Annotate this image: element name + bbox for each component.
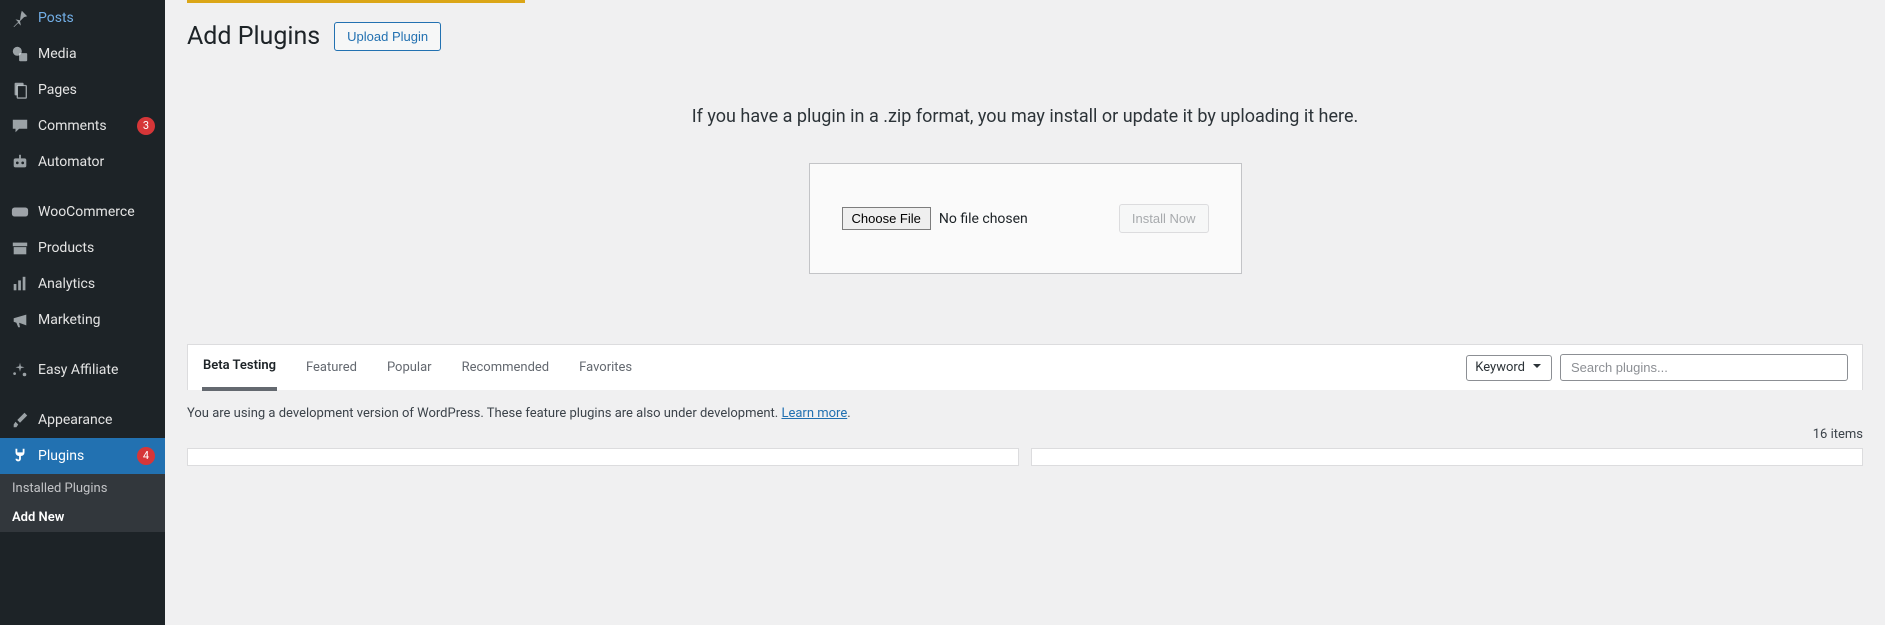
- file-input-row: Choose File No file chosen: [842, 207, 1028, 230]
- sidebar-item-label: Posts: [38, 10, 155, 26]
- tab-beta-testing[interactable]: Beta Testing: [202, 345, 277, 391]
- sidebar-item-label: Pages: [38, 82, 155, 98]
- results-count: 16 items: [187, 427, 1863, 442]
- media-icon: [10, 44, 30, 64]
- sidebar-item-analytics[interactable]: Analytics: [0, 266, 165, 302]
- sidebar-item-label: Marketing: [38, 312, 155, 328]
- plugin-card[interactable]: [1031, 448, 1863, 466]
- sidebar-item-marketing[interactable]: Marketing: [0, 302, 165, 338]
- sidebar-item-posts[interactable]: Posts: [0, 0, 165, 36]
- submenu-add-new[interactable]: Add New: [0, 503, 165, 532]
- dev-info-text: You are using a development version of W…: [187, 406, 781, 421]
- megaphone-icon: [10, 310, 30, 330]
- filter-controls: Keyword: [1466, 354, 1848, 381]
- plugins-badge: 4: [137, 447, 155, 465]
- sidebar-item-pages[interactable]: Pages: [0, 72, 165, 108]
- filter-bar: Beta Testing Featured Popular Recommende…: [187, 344, 1863, 390]
- sidebar-item-label: Easy Affiliate: [38, 362, 155, 378]
- sidebar-item-label: Plugins: [38, 448, 133, 464]
- upload-plugin-button[interactable]: Upload Plugin: [334, 22, 441, 51]
- sidebar-item-plugins[interactable]: Plugins 4: [0, 438, 165, 474]
- bar-chart-icon: [10, 274, 30, 294]
- sidebar-item-media[interactable]: Media: [0, 36, 165, 72]
- tab-featured[interactable]: Featured: [305, 345, 358, 391]
- submenu-installed-plugins[interactable]: Installed Plugins: [0, 474, 165, 503]
- tab-popular[interactable]: Popular: [386, 345, 433, 391]
- filter-tabs: Beta Testing Featured Popular Recommende…: [202, 345, 633, 391]
- plugin-cards-row: [187, 448, 1863, 466]
- sidebar-item-label: Media: [38, 46, 155, 62]
- notice-border: [187, 0, 525, 3]
- install-now-button[interactable]: Install Now: [1119, 204, 1209, 233]
- robot-icon: [10, 152, 30, 172]
- tab-favorites[interactable]: Favorites: [578, 345, 633, 391]
- sidebar-separator: [0, 388, 165, 402]
- upload-form: Choose File No file chosen Install Now: [809, 163, 1242, 274]
- sidebar-item-products[interactable]: Products: [0, 230, 165, 266]
- admin-sidebar: Posts Media Pages Comments 3 Automator W…: [0, 0, 165, 625]
- archive-icon: [10, 238, 30, 258]
- sidebar-item-label: WooCommerce: [38, 204, 155, 220]
- choose-file-button[interactable]: Choose File: [842, 207, 931, 230]
- sidebar-item-automator[interactable]: Automator: [0, 144, 165, 180]
- comments-badge: 3: [137, 117, 155, 135]
- page-title: Add Plugins: [187, 22, 320, 51]
- tab-recommended[interactable]: Recommended: [461, 345, 551, 391]
- sidebar-item-appearance[interactable]: Appearance: [0, 402, 165, 438]
- woo-icon: [10, 202, 30, 222]
- dev-info-row: You are using a development version of W…: [187, 406, 1863, 421]
- page-heading: Add Plugins Upload Plugin: [187, 22, 1863, 51]
- search-plugins-input[interactable]: [1560, 354, 1848, 381]
- search-type-label: Keyword: [1475, 360, 1525, 375]
- sidebar-item-label: Automator: [38, 154, 155, 170]
- sidebar-separator: [0, 180, 165, 194]
- comment-icon: [10, 116, 30, 136]
- pages-icon: [10, 80, 30, 100]
- upload-instruction: If you have a plugin in a .zip format, y…: [187, 106, 1863, 127]
- sidebar-item-comments[interactable]: Comments 3: [0, 108, 165, 144]
- learn-more-link[interactable]: Learn more: [781, 406, 847, 421]
- sidebar-item-label: Products: [38, 240, 155, 256]
- file-status-text: No file chosen: [939, 211, 1028, 227]
- plug-icon: [10, 446, 30, 466]
- plugin-card[interactable]: [187, 448, 1019, 466]
- pin-icon: [10, 8, 30, 28]
- sidebar-item-easyaffiliate[interactable]: Easy Affiliate: [0, 352, 165, 388]
- sparkle-icon: [10, 360, 30, 380]
- chevron-down-icon: [1531, 360, 1543, 376]
- main-content: Add Plugins Upload Plugin If you have a …: [165, 0, 1885, 625]
- sidebar-item-label: Analytics: [38, 276, 155, 292]
- sidebar-item-label: Appearance: [38, 412, 155, 428]
- sidebar-separator: [0, 338, 165, 352]
- sidebar-item-label: Comments: [38, 118, 133, 134]
- plugins-submenu: Installed Plugins Add New: [0, 474, 165, 532]
- brush-icon: [10, 410, 30, 430]
- sidebar-item-woocommerce[interactable]: WooCommerce: [0, 194, 165, 230]
- search-type-select[interactable]: Keyword: [1466, 355, 1552, 381]
